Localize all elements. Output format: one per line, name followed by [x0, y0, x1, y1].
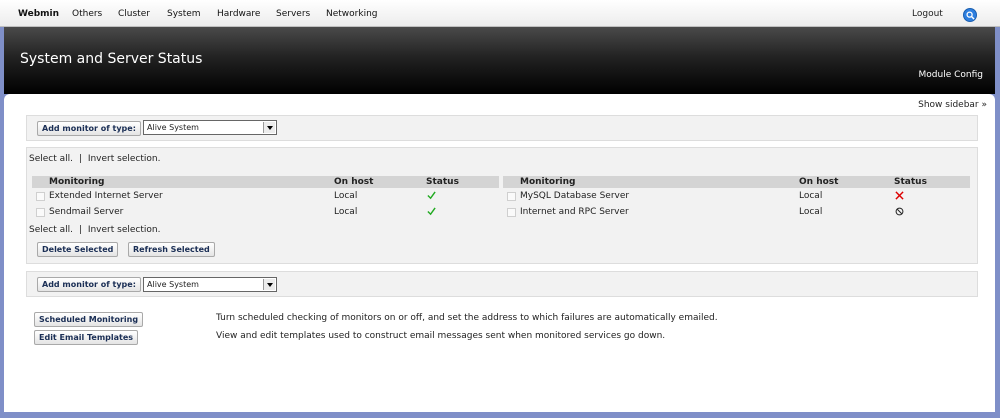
column-monitoring: Monitoring [520, 177, 576, 187]
status-not-installed-icon [895, 207, 904, 216]
edit-email-templates-description: View and edit templates used to construc… [216, 331, 666, 341]
main-content: Show sidebar » Add monitor of type: Aliv… [4, 94, 995, 412]
row-checkbox[interactable] [36, 192, 45, 201]
monitor-name-link[interactable]: Internet and RPC Server [520, 207, 629, 217]
search-button[interactable] [963, 8, 977, 22]
scheduled-monitoring-description: Turn scheduled checking of monitors on o… [216, 313, 718, 323]
page-header: System and Server Status Module Config [4, 27, 995, 94]
nav-item-webmin[interactable]: Webmin [18, 9, 59, 19]
nav-item-system[interactable]: System [167, 9, 201, 19]
column-monitoring: Monitoring [49, 177, 105, 187]
select-all-link-bottom[interactable]: Select all. [29, 225, 73, 235]
host-value: Local [334, 191, 358, 201]
invert-selection-link-top[interactable]: Invert selection. [88, 154, 161, 164]
chevron-down-icon [263, 279, 275, 290]
edit-email-templates-button[interactable]: Edit Email Templates [34, 330, 139, 345]
selection-links-top: Select all. | Invert selection. [29, 154, 160, 164]
nav-item-others[interactable]: Others [72, 9, 102, 19]
column-on-host: On host [334, 177, 374, 187]
nav-item-cluster[interactable]: Cluster [118, 9, 150, 19]
row-checkbox[interactable] [507, 192, 516, 201]
search-icon [966, 11, 975, 20]
add-monitor-button-top[interactable]: Add monitor of type: [37, 121, 141, 136]
monitor-type-select-top[interactable]: Alive System [143, 120, 277, 135]
host-value: Local [334, 207, 358, 217]
monitor-name-link[interactable]: MySQL Database Server [520, 191, 629, 201]
status-up-icon [427, 191, 436, 200]
delete-selected-button[interactable]: Delete Selected [37, 242, 119, 257]
table-header-right: Monitoring On host Status [503, 176, 970, 188]
separator: | [78, 225, 82, 235]
table-header-left: Monitoring On host Status [32, 176, 499, 188]
select-all-link-top[interactable]: Select all. [29, 154, 73, 164]
show-sidebar-link[interactable]: Show sidebar » [918, 100, 987, 110]
nav-item-hardware[interactable]: Hardware [217, 9, 260, 19]
column-status: Status [426, 177, 459, 187]
top-nav-bar: Webmin Others Cluster System Hardware Se… [0, 0, 1000, 27]
monitors-panel: Select all. | Invert selection. Monitori… [26, 147, 978, 264]
monitor-type-select-bottom[interactable]: Alive System [143, 277, 277, 292]
logout-link[interactable]: Logout [912, 9, 943, 19]
refresh-selected-button[interactable]: Refresh Selected [128, 242, 215, 257]
monitor-name-link[interactable]: Extended Internet Server [49, 191, 163, 201]
selection-links-bottom: Select all. | Invert selection. [29, 225, 160, 235]
host-value: Local [799, 191, 823, 201]
scheduled-monitoring-button[interactable]: Scheduled Monitoring [34, 312, 144, 327]
add-monitor-button-bottom[interactable]: Add monitor of type: [37, 277, 141, 292]
column-status: Status [894, 177, 927, 187]
chevron-down-icon [263, 122, 275, 133]
add-monitor-panel-bottom: Add monitor of type: Alive System [26, 271, 978, 297]
monitor-name-link[interactable]: Sendmail Server [49, 207, 123, 217]
invert-selection-link-bottom[interactable]: Invert selection. [88, 225, 161, 235]
status-up-icon [427, 207, 436, 216]
page-title: System and Server Status [20, 51, 203, 67]
status-down-icon [895, 191, 904, 200]
nav-item-networking[interactable]: Networking [326, 9, 378, 19]
nav-item-servers[interactable]: Servers [276, 9, 310, 19]
row-checkbox[interactable] [36, 208, 45, 217]
module-config-link[interactable]: Module Config [919, 70, 983, 80]
separator: | [78, 154, 82, 164]
column-on-host: On host [799, 177, 839, 187]
monitor-type-selected-top: Alive System [147, 123, 199, 132]
host-value: Local [799, 207, 823, 217]
row-checkbox[interactable] [507, 208, 516, 217]
add-monitor-panel-top: Add monitor of type: Alive System [26, 115, 978, 141]
monitor-type-selected-bottom: Alive System [147, 280, 199, 289]
